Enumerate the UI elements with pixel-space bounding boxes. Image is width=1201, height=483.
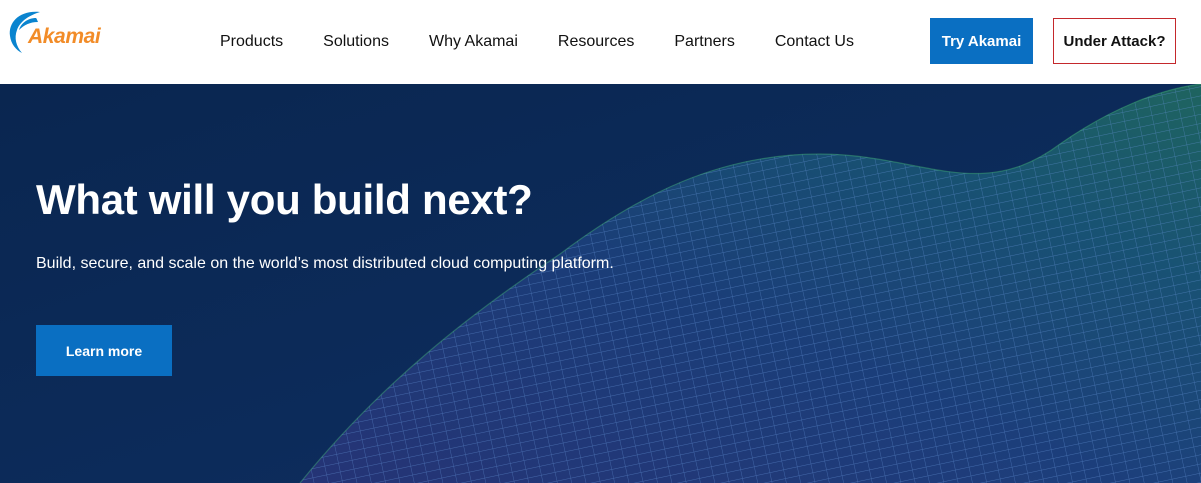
nav-item-why-akamai[interactable]: Why Akamai [409,0,538,84]
nav-item-products[interactable]: Products [200,0,303,84]
nav-item-contact-us[interactable]: Contact Us [755,0,874,84]
hero-mesh-background [0,84,1201,483]
site-header: Akamai Products Solutions Why Akamai Res… [0,0,1201,84]
hero-banner: What will you build next? Build, secure,… [0,84,1201,483]
nav-item-resources[interactable]: Resources [538,0,654,84]
nav-item-partners[interactable]: Partners [654,0,754,84]
nav-item-solutions[interactable]: Solutions [303,0,409,84]
hero-title: What will you build next? [36,176,533,223]
learn-more-button[interactable]: Learn more [36,325,172,376]
hero-subtitle: Build, secure, and scale on the world’s … [36,255,614,272]
main-nav: Products Solutions Why Akamai Resources … [200,0,874,84]
try-akamai-button[interactable]: Try Akamai [930,18,1033,64]
under-attack-button[interactable]: Under Attack? [1053,18,1176,64]
logo-wordmark: Akamai [28,25,101,48]
akamai-logo[interactable]: Akamai [6,8,126,56]
